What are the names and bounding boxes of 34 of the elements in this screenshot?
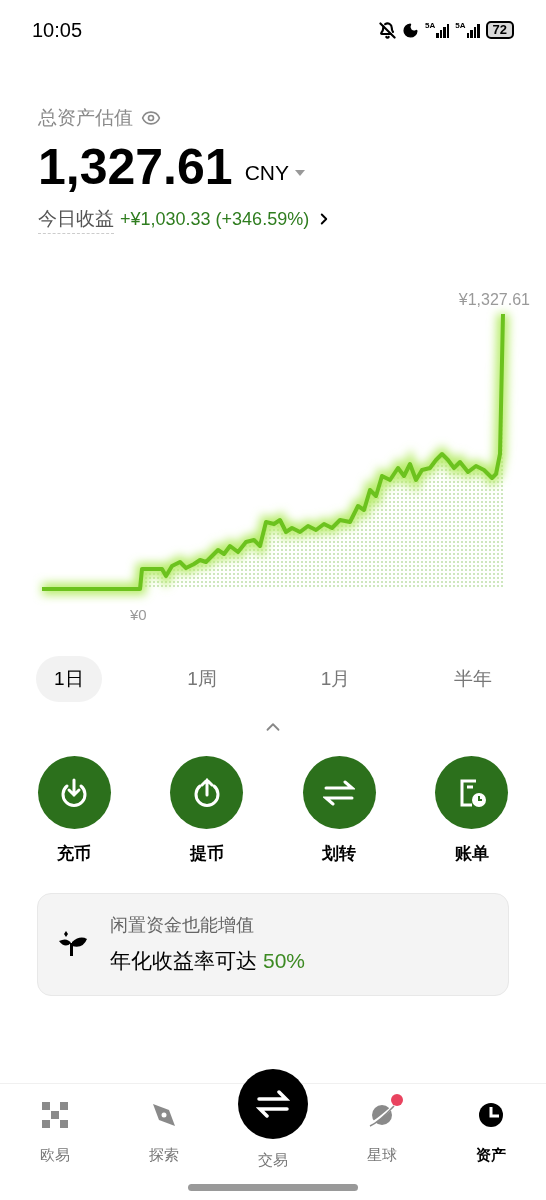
currency-selector[interactable]: CNY (244, 157, 305, 189)
action-label: 划转 (322, 843, 357, 865)
promo-text: 年化收益率可达 (110, 947, 257, 974)
nav-label[interactable]: 欧易 (39, 1144, 70, 1167)
total-assets-label: 总资产估值 (38, 106, 133, 130)
battery-icon: 72 (485, 21, 514, 39)
swap-icon (256, 1090, 290, 1118)
status-time: 10:05 (32, 18, 83, 43)
promo-card[interactable]: 闲置资金也能增值 年化收益率可达 50% (37, 892, 509, 996)
promo-title: 闲置资金也能增值 (110, 913, 255, 937)
transfer-icon (323, 779, 356, 806)
today-profit-label: 今日收益 (38, 204, 114, 234)
period-tab[interactable]: 半年 (436, 656, 510, 702)
nav-label[interactable]: 探索 (148, 1144, 179, 1167)
action-label: 账单 (454, 843, 489, 865)
bell-off-icon (379, 21, 397, 39)
period-tab[interactable]: 1日 (36, 656, 102, 702)
action-label: 提币 (189, 843, 224, 865)
sprout-icon (58, 929, 88, 959)
dropdown-icon (295, 169, 305, 176)
total-amount: 1,327.61 (38, 137, 233, 197)
nav-label[interactable]: 交易 (258, 1149, 288, 1172)
chart-max-label: ¥1,327.61 (458, 290, 530, 310)
chart-min-label: ¥0 (130, 605, 147, 625)
compass-icon (150, 1102, 177, 1128)
period-tab[interactable]: 1周 (169, 656, 235, 702)
promo-rate: 50% (263, 947, 306, 974)
moon-icon (402, 21, 420, 39)
today-profit-value[interactable]: +¥1,030.33 (+346.59%) (120, 205, 310, 233)
nav-label[interactable]: 资产 (476, 1144, 507, 1167)
period-tab[interactable]: 1月 (302, 656, 369, 702)
nav-label[interactable]: 星球 (367, 1144, 398, 1167)
checker-icon (41, 1102, 68, 1128)
action-label: 充币 (57, 843, 92, 865)
